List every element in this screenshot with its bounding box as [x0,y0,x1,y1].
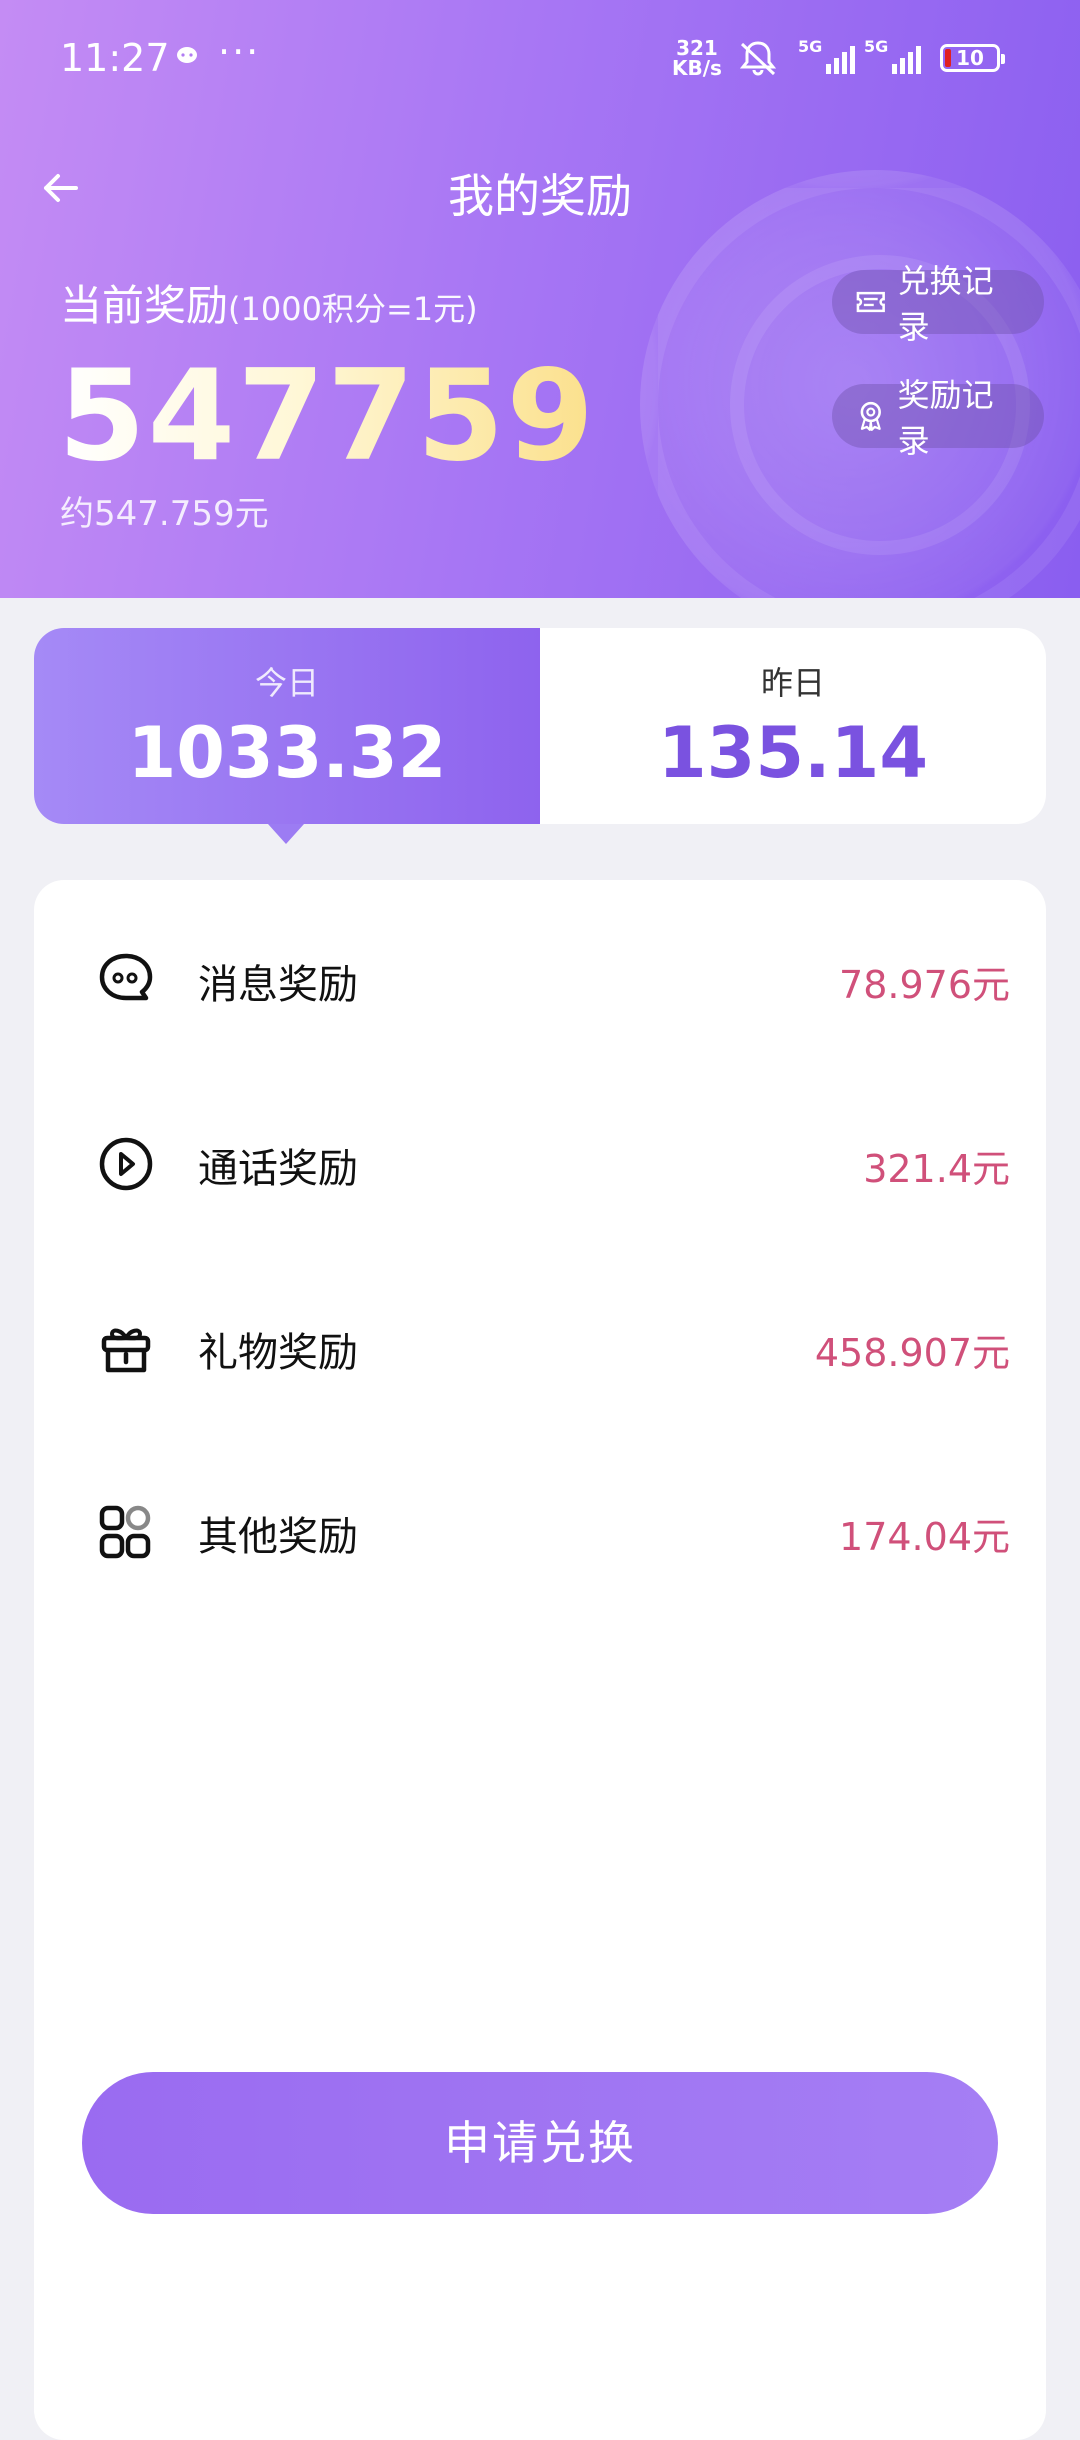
play-circle-icon [99,1137,153,1191]
exchange-record-button[interactable]: 兑换记录 [832,262,1044,346]
tab-today-label: 今日 [254,664,319,702]
reward-row-label: 通话奖励 [198,1146,358,1192]
tab-today-value: 1033.32 [127,712,447,794]
network-speed: 321 KB/s [672,38,722,78]
exchange-record-label: 兑换记录 [897,262,994,346]
ticket-icon [856,291,885,313]
reward-record-label: 奖励记录 [897,376,994,460]
gift-icon [101,1328,151,1373]
page-title: 我的奖励 [448,169,632,223]
current-reward-label: 当前奖励(1000积分=1元) [60,272,478,333]
apps-grid-icon [99,1505,151,1559]
battery-indicator: 10 [940,44,1005,72]
reward-row-value: 321.4元 [863,1147,1010,1191]
approx-cash-value: 约547.759元 [60,494,269,534]
mute-bell-icon [736,38,780,82]
reward-row-label: 礼物奖励 [198,1330,358,1376]
conversion-rate-note: (1000积分=1元) [228,290,478,328]
more-dots: ··· [218,30,261,74]
period-tabs: 今日 1033.32 昨日 135.14 [34,628,1046,844]
reward-row-value: 174.04元 [839,1515,1010,1559]
reward-row-gift[interactable]: 礼物奖励 458.907元 [34,1286,1046,1406]
signal-icon: 5G [862,37,926,82]
status-time: 11:27 [60,36,170,80]
reward-row-label: 消息奖励 [198,962,358,1008]
reward-record-button[interactable]: 奖励记录 [832,376,1044,460]
tab-yesterday[interactable]: 昨日 135.14 [540,628,1046,824]
signal-icon: 5G [796,37,860,82]
tab-yesterday-label: 昨日 [760,664,825,702]
network-speed-value: 321 [676,36,718,60]
reward-row-value: 78.976元 [839,963,1010,1007]
reward-row-label: 其他奖励 [198,1514,358,1560]
chat-bubble-icon [176,44,198,72]
chat-bubble-icon [99,953,153,1001]
medal-icon [860,401,881,431]
svg-text:5G: 5G [798,38,822,56]
points-balance: 547759 [58,342,597,489]
apply-exchange-button[interactable]: 申请兑换 [82,2072,998,2214]
tab-yesterday-value: 135.14 [657,712,929,794]
tab-today[interactable]: 今日 1033.32 [34,628,540,844]
network-speed-unit: KB/s [672,56,722,80]
header-banner: 11:27 ··· 321 KB/s 5G 5G 10 我的奖励 当前奖励(10… [0,0,1080,598]
current-reward-title: 当前奖励 [60,281,229,330]
active-tab-pointer [268,824,304,844]
svg-text:5G: 5G [864,38,888,56]
reward-row-other[interactable]: 其他奖励 174.04元 [34,1470,1046,1590]
reward-row-value: 458.907元 [814,1331,1010,1375]
reward-row-call[interactable]: 通话奖励 321.4元 [34,1102,1046,1222]
reward-row-message[interactable]: 消息奖励 78.976元 [34,918,1046,1038]
status-bar: 11:27 ··· 321 KB/s 5G 5G 10 [0,0,1080,120]
